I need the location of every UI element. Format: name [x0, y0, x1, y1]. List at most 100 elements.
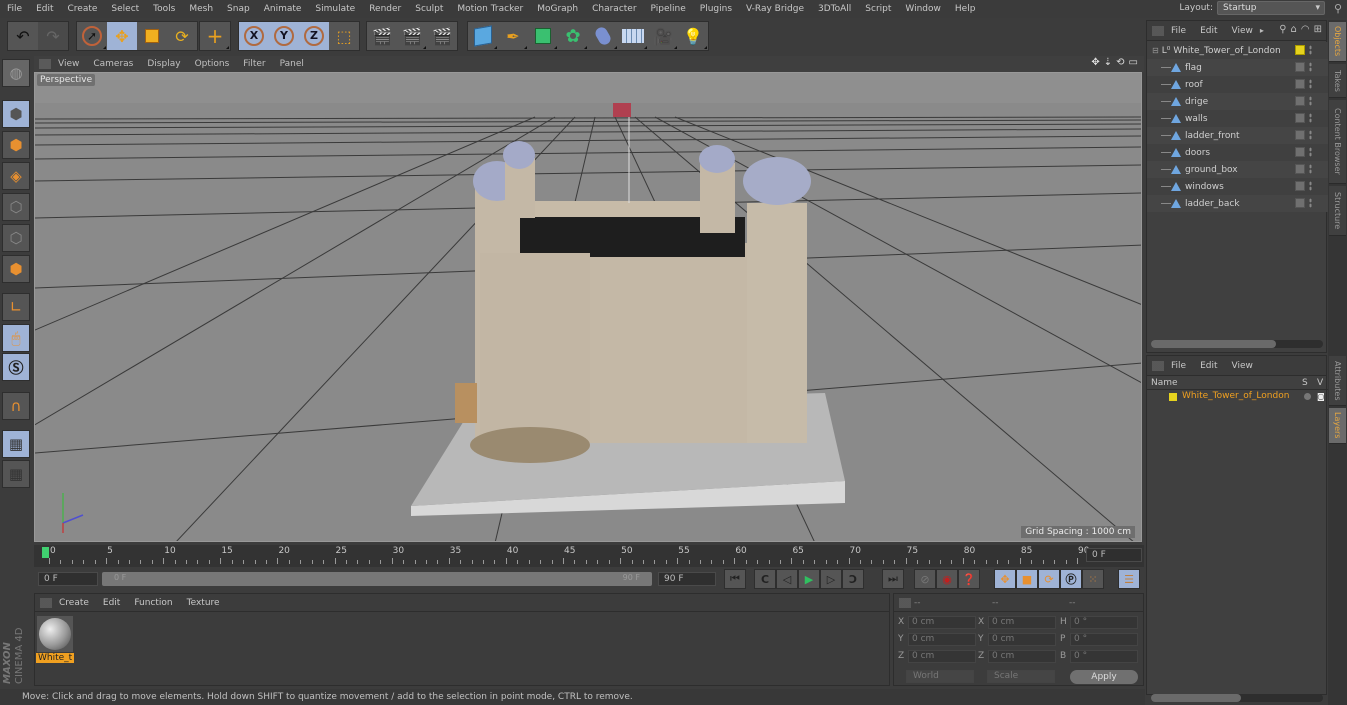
- object-row[interactable]: drige: [1147, 93, 1328, 110]
- menu-animate[interactable]: Animate: [257, 0, 309, 18]
- record-keys-icon[interactable]: ⊘: [914, 569, 936, 589]
- object-row[interactable]: walls: [1147, 110, 1328, 127]
- visibility-dots[interactable]: [1309, 130, 1312, 140]
- menu-plugins[interactable]: Plugins: [693, 0, 739, 18]
- y-axis-lock-icon[interactable]: Y: [269, 22, 299, 50]
- layer-menu-view[interactable]: View: [1225, 361, 1260, 371]
- tree-root-row[interactable]: ⊟ L⁰ White_Tower_of_London: [1147, 42, 1328, 59]
- object-menu-view[interactable]: View: [1225, 26, 1260, 36]
- menu-edit[interactable]: Edit: [29, 0, 60, 18]
- make-editable-icon[interactable]: ◍: [2, 59, 30, 87]
- object-row[interactable]: windows: [1147, 178, 1328, 195]
- key-position-icon[interactable]: ✥: [994, 569, 1016, 589]
- menu-sculpt[interactable]: Sculpt: [408, 0, 450, 18]
- visibility-dots[interactable]: [1309, 79, 1312, 89]
- coord-value-field[interactable]: 0 cm: [908, 616, 976, 629]
- move-tool-icon[interactable]: ✥: [107, 22, 137, 50]
- visibility-dots[interactable]: [1309, 181, 1312, 191]
- visibility-dots[interactable]: [1309, 62, 1312, 72]
- menu-character[interactable]: Character: [585, 0, 643, 18]
- floor-icon[interactable]: [618, 22, 648, 50]
- menu-mesh[interactable]: Mesh: [182, 0, 220, 18]
- layer-name[interactable]: White_Tower_of_London: [1182, 391, 1289, 401]
- menu-select[interactable]: Select: [104, 0, 146, 18]
- layer-chip-empty[interactable]: [1295, 147, 1305, 157]
- material-name-label[interactable]: White_t: [36, 653, 75, 663]
- material-menu-edit[interactable]: Edit: [96, 598, 127, 608]
- prev-key-icon[interactable]: C: [754, 569, 776, 589]
- material-menu-texture[interactable]: Texture: [180, 598, 227, 608]
- axis-mode-icon[interactable]: ∟: [2, 293, 30, 321]
- world-coordinate-icon[interactable]: ⬚: [329, 22, 359, 50]
- keyframe-selection-icon[interactable]: ❓: [958, 569, 980, 589]
- layer-chip-empty[interactable]: [1295, 181, 1305, 191]
- next-frame-icon[interactable]: ▷: [820, 569, 842, 589]
- layout-dropdown[interactable]: Startup: [1217, 1, 1325, 15]
- solo-icon[interactable]: Ⓢ: [2, 353, 30, 381]
- pan-view-icon[interactable]: ✥: [1091, 57, 1099, 68]
- x-axis-lock-icon[interactable]: X: [239, 22, 269, 50]
- layer-chip-empty[interactable]: [1295, 79, 1305, 89]
- menu-motion-tracker[interactable]: Motion Tracker: [450, 0, 530, 18]
- object-row[interactable]: doors: [1147, 144, 1328, 161]
- play-icon[interactable]: ▶: [798, 569, 820, 589]
- viewport-menu-cameras[interactable]: Cameras: [86, 59, 140, 69]
- object-name[interactable]: ladder_back: [1185, 199, 1240, 209]
- layer-color-chip[interactable]: [1169, 393, 1177, 401]
- end-frame-field[interactable]: 90 F: [658, 572, 716, 586]
- object-menu-file[interactable]: File: [1164, 26, 1193, 36]
- coord-value-field[interactable]: 0 cm: [908, 633, 976, 646]
- layer-chip-empty[interactable]: [1295, 113, 1305, 123]
- goto-end-icon[interactable]: ⏭: [882, 569, 904, 589]
- light-icon[interactable]: 💡: [678, 22, 708, 50]
- menu-snap[interactable]: Snap: [220, 0, 257, 18]
- key-pla-icon[interactable]: ⁙: [1082, 569, 1104, 589]
- subdivision-surface-icon[interactable]: [528, 22, 558, 50]
- tab-layers[interactable]: Layers: [1329, 408, 1346, 444]
- viewport-menu-options[interactable]: Options: [188, 59, 237, 69]
- visibility-dots[interactable]: [1309, 113, 1312, 123]
- panel-grip-icon[interactable]: [899, 597, 911, 608]
- texture-mode-icon[interactable]: ⬢: [2, 131, 30, 159]
- tab-structure[interactable]: Structure: [1329, 186, 1346, 236]
- visibility-dots[interactable]: [1309, 45, 1312, 55]
- panel-grip-icon[interactable]: [1152, 360, 1164, 371]
- range-slider[interactable]: 0 F 90 F: [102, 572, 652, 586]
- tab-content-browser[interactable]: Content Browser: [1329, 100, 1346, 184]
- panel-grip-icon[interactable]: [39, 59, 51, 69]
- layer-menu-file[interactable]: File: [1164, 361, 1193, 371]
- coord-value-field[interactable]: 0 cm: [988, 633, 1056, 646]
- object-row[interactable]: ground_box: [1147, 161, 1328, 178]
- add-tool-icon[interactable]: +: [200, 22, 230, 50]
- object-row[interactable]: flag: [1147, 59, 1328, 76]
- solo-dot-icon[interactable]: [1304, 393, 1311, 400]
- menu-mograph[interactable]: MoGraph: [530, 0, 585, 18]
- render-settings-icon[interactable]: 🎬: [427, 22, 457, 50]
- tweak-mode-icon[interactable]: 🖱: [2, 324, 30, 352]
- visibility-dots[interactable]: [1309, 147, 1312, 157]
- material-swatch[interactable]: [37, 616, 73, 652]
- visibility-dots[interactable]: [1309, 164, 1312, 174]
- search-icon[interactable]: ⚲: [1279, 24, 1286, 35]
- object-menu-edit[interactable]: Edit: [1193, 26, 1224, 36]
- playhead[interactable]: [42, 547, 49, 558]
- render-picture-viewer-icon[interactable]: 🎬: [397, 22, 427, 50]
- layer-chip-empty[interactable]: [1295, 62, 1305, 72]
- menu-pipeline[interactable]: Pipeline: [644, 0, 693, 18]
- key-rotation-icon[interactable]: ⟳: [1038, 569, 1060, 589]
- viewport-menu-view[interactable]: View: [51, 59, 86, 69]
- coord-value-field[interactable]: 0 °: [1070, 616, 1138, 629]
- layer-chip-empty[interactable]: [1295, 96, 1305, 106]
- select-tool-icon[interactable]: ➚: [77, 22, 107, 50]
- cube-icon[interactable]: [468, 22, 498, 50]
- menu-help[interactable]: Help: [948, 0, 983, 18]
- search-icon[interactable]: ⚲: [1334, 2, 1342, 15]
- next-key-icon[interactable]: Ↄ: [842, 569, 864, 589]
- undo-icon[interactable]: ↶: [8, 22, 38, 50]
- menu-render[interactable]: Render: [362, 0, 408, 18]
- z-axis-lock-icon[interactable]: Z: [299, 22, 329, 50]
- timeline-ruler[interactable]: 0 5 10 15 20 25 30 35 40 45 50 55 60 65 70 75 80 85 90 0 F: [34, 545, 1144, 567]
- current-frame-field[interactable]: 0 F: [1086, 548, 1142, 562]
- menu-3dtoall[interactable]: 3DToAll: [811, 0, 858, 18]
- layer-menu-edit[interactable]: Edit: [1193, 361, 1224, 371]
